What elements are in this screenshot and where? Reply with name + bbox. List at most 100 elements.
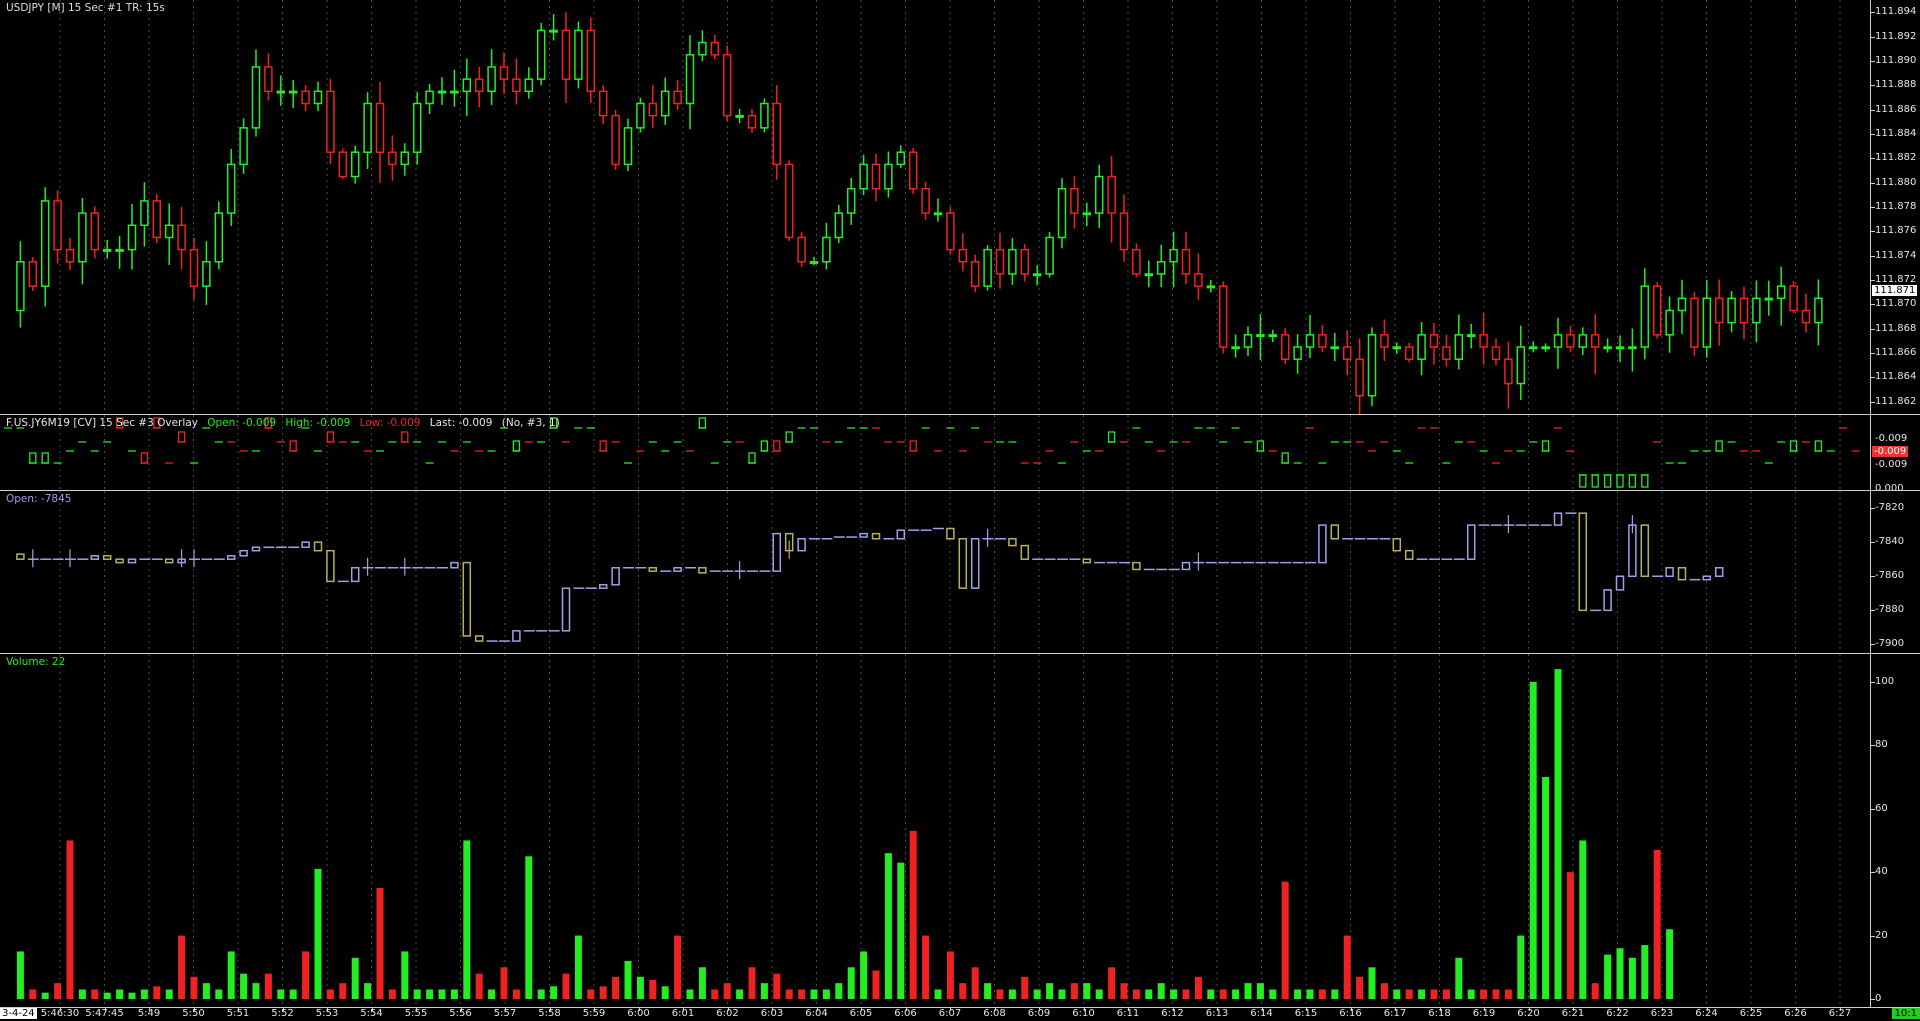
candle-body xyxy=(884,163,893,190)
volume-bar xyxy=(1008,989,1016,999)
volume-bar xyxy=(1356,976,1364,999)
volume-bar xyxy=(1343,935,1351,999)
volume-bar xyxy=(1455,957,1463,999)
candle-body xyxy=(1528,346,1538,350)
volume-bar xyxy=(810,989,818,999)
candle-body xyxy=(28,261,38,287)
volume-axis[interactable]: 100 80 60 40 20 0 xyxy=(1870,654,1920,1007)
volume-bar xyxy=(922,935,930,999)
volume-bar xyxy=(202,983,210,999)
volume-bar xyxy=(959,983,967,999)
volume-bar xyxy=(1641,945,1649,999)
open-bar-body xyxy=(226,555,236,560)
overlay-box xyxy=(1579,474,1587,488)
candle-body xyxy=(1479,334,1488,348)
volume-bar xyxy=(909,830,917,999)
price-axis[interactable]: 111.862 111.864 111.866 111.868 111.870 111.8… xyxy=(1870,0,1920,414)
axis-tick-label: 111.870 xyxy=(1875,298,1917,310)
volume-bar xyxy=(1380,983,1388,999)
volume-bar xyxy=(1256,983,1264,999)
open-plot-area[interactable]: Open: -7845 xyxy=(0,491,1870,653)
candle-body xyxy=(846,187,856,214)
open-bar-body xyxy=(350,566,360,583)
candle-body xyxy=(859,163,868,190)
candle-body xyxy=(1776,285,1786,300)
overlay-box xyxy=(785,431,793,443)
candle-body xyxy=(450,90,459,94)
time-tick-label: 6:14 xyxy=(1250,1008,1273,1019)
candle-body xyxy=(946,212,955,251)
volume-bar xyxy=(1405,989,1413,999)
open-bar-body xyxy=(1132,561,1141,571)
overlay-pane[interactable]: F.US.JY6M19 [CV] 15 Sec #3 Overlay Open:… xyxy=(0,415,1920,494)
time-tick-label: 6:11 xyxy=(1116,1008,1140,1019)
volume-bar xyxy=(252,983,260,999)
time-tick-label: 6:17 xyxy=(1383,1008,1407,1019)
volume-bar xyxy=(1554,669,1562,999)
volume-bar xyxy=(1070,983,1078,999)
open-bar-body xyxy=(127,558,137,564)
axis-tick-label: 111.872 xyxy=(1875,274,1917,286)
candle-body xyxy=(1243,334,1253,348)
candle-body xyxy=(822,236,831,263)
open-pane[interactable]: Open: -7845 -7820 -7840 -7860 -7880 -7900 xyxy=(0,491,1920,653)
candle-body xyxy=(685,54,695,105)
overlay-last: Last: -0.009 xyxy=(429,417,493,429)
volume-bar xyxy=(1331,989,1339,999)
open-bar-body xyxy=(239,549,248,557)
open-bar-body xyxy=(1615,575,1625,591)
volume-bar xyxy=(1566,872,1574,999)
volume-pane[interactable]: Volume: 22 100 80 60 40 20 0 xyxy=(0,654,1920,1007)
volume-bar xyxy=(711,989,719,999)
volume-bar xyxy=(1281,881,1289,999)
open-axis[interactable]: -7820 -7840 -7860 -7880 -7900 xyxy=(1870,491,1920,653)
candle-body xyxy=(760,102,769,129)
volume-bar xyxy=(698,967,706,999)
candle-body xyxy=(1057,187,1067,239)
candle-body xyxy=(536,29,546,80)
volume-bar xyxy=(438,989,446,999)
time-axis[interactable]: 3-4-24 10:1 5:46:30 5:47:45 5:49 5:50 5:51 5:… xyxy=(0,1007,1920,1021)
time-tick-label: 6:10 xyxy=(1072,1008,1095,1019)
overlay-tick: -0.009 xyxy=(1875,433,1908,444)
volume-bar xyxy=(1517,935,1525,999)
volume-plot-area[interactable]: Volume: 22 xyxy=(0,654,1870,1007)
axis-tick-label: 111.868 xyxy=(1875,322,1917,334)
volume-bar xyxy=(723,983,731,999)
time-tick-label: 6:09 xyxy=(1027,1008,1051,1019)
candle-body xyxy=(995,248,1005,275)
candle-body xyxy=(1727,297,1736,324)
price-pane[interactable]: USDJPY [M] 15 Sec #1 TR: 15s 111.862 111.… xyxy=(0,0,1920,414)
open-bar-body xyxy=(251,546,261,552)
open-bar-body xyxy=(326,549,335,583)
time-tick-label: 6:02 xyxy=(716,1008,739,1019)
overlay-plot-area[interactable]: F.US.JY6M19 [CV] 15 Sec #3 Overlay Open:… xyxy=(0,415,1870,490)
candle-body xyxy=(1156,261,1166,275)
volume-bar xyxy=(488,989,496,999)
volume-bar xyxy=(674,935,682,999)
overlay-price-tag: -0.009 xyxy=(1872,446,1909,457)
candle-body xyxy=(425,90,434,105)
volume-bar xyxy=(574,935,582,999)
candle-body xyxy=(102,248,112,252)
candle-body xyxy=(301,90,310,105)
candle-body xyxy=(549,29,558,33)
volume-bar xyxy=(128,992,136,999)
volume-bar xyxy=(1591,983,1599,999)
volume-bar xyxy=(1033,989,1041,999)
candle-body xyxy=(1008,248,1017,275)
candle-body xyxy=(896,151,906,166)
volume-bar xyxy=(364,983,372,999)
candle-body xyxy=(53,200,62,251)
price-plot-area[interactable]: USDJPY [M] 15 Sec #1 TR: 15s xyxy=(0,0,1870,414)
candle-body xyxy=(970,261,980,287)
volume-bar xyxy=(1306,989,1314,999)
open-bar-body xyxy=(611,566,620,586)
volume-pane-legend: Volume: 22 xyxy=(6,656,66,668)
volume-bar xyxy=(401,951,409,999)
volume-bar xyxy=(165,989,173,999)
candle-body xyxy=(16,261,25,312)
candle-body xyxy=(1442,346,1451,360)
overlay-box xyxy=(1628,474,1637,488)
volume-bar xyxy=(215,989,223,999)
